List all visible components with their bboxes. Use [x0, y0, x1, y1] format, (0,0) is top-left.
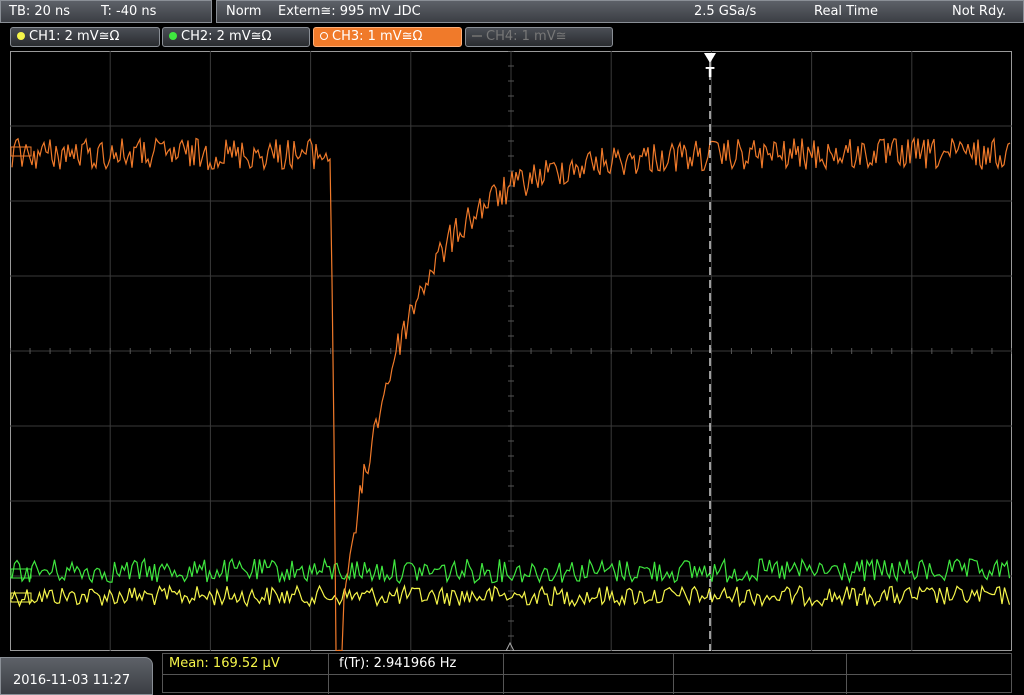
channel-3-label: CH3: 1 mV≅Ω [332, 29, 423, 44]
run-status: Not Rdy. [952, 4, 1007, 19]
top-status-bar: TB: 20 ns T: -40 ns Norm Extern≅: 995 mV… [0, 0, 1024, 24]
channel-4-indicator-icon [472, 35, 482, 37]
measurement-separator [503, 654, 504, 694]
timebase-label: TB: 20 ns [9, 4, 71, 19]
trigger-time-label: T: -40 ns [101, 4, 157, 19]
trigger-marker-label: T [706, 66, 715, 81]
measurement-separator [328, 654, 329, 694]
sample-rate: 2.5 GSa/s [694, 4, 757, 19]
acquisition-mode: Real Time [814, 4, 878, 19]
channel-1-indicator-icon [17, 32, 25, 40]
channel-bar: CH1: 2 mV≅Ω CH2: 2 mV≅Ω CH3: 1 mV≅Ω CH4:… [0, 24, 1024, 49]
channel-2-button[interactable]: CH2: 2 mV≅Ω [162, 27, 310, 47]
channel-1-label: CH1: 2 mV≅Ω [29, 29, 120, 44]
frequency-measurement: f(Tr): 2.941966 Hz [339, 656, 457, 671]
channel-3-button[interactable]: CH3: 1 mV≅Ω [313, 27, 462, 47]
datetime-label: 2016-11-03 11:27 [13, 673, 131, 688]
channel-2-label: CH2: 2 mV≅Ω [181, 29, 272, 44]
acquisition-status-row[interactable]: Norm Extern≅: 995 mV ⅃DC 2.5 GSa/s Real … [216, 0, 1024, 23]
trigger-source: Extern≅: 995 mV ⅃DC [278, 4, 421, 19]
channel-1-button[interactable]: CH1: 2 mV≅Ω [10, 27, 160, 47]
measurement-panel[interactable]: Mean: 169.52 µV f(Tr): 2.941966 Hz [162, 653, 1012, 694]
mean-measurement: Mean: 169.52 µV [169, 656, 280, 671]
timebase-box[interactable]: TB: 20 ns T: -40 ns [0, 0, 212, 23]
measurement-separator [846, 654, 847, 694]
bottom-bar: 2016-11-03 11:27 Mean: 169.52 µV f(Tr): … [0, 651, 1024, 695]
waveform-display[interactable]: T [10, 51, 1012, 651]
channel-2-indicator-icon [169, 32, 177, 40]
measurement-separator [673, 654, 674, 694]
channel-4-label: CH4: 1 mV≅ [486, 29, 567, 44]
channel-3-indicator-icon [320, 32, 328, 40]
trigger-mode: Norm [226, 4, 262, 19]
datetime-box: 2016-11-03 11:27 [0, 657, 153, 695]
measurement-row [163, 654, 1011, 675]
channel-4-button[interactable]: CH4: 1 mV≅ [465, 27, 613, 47]
